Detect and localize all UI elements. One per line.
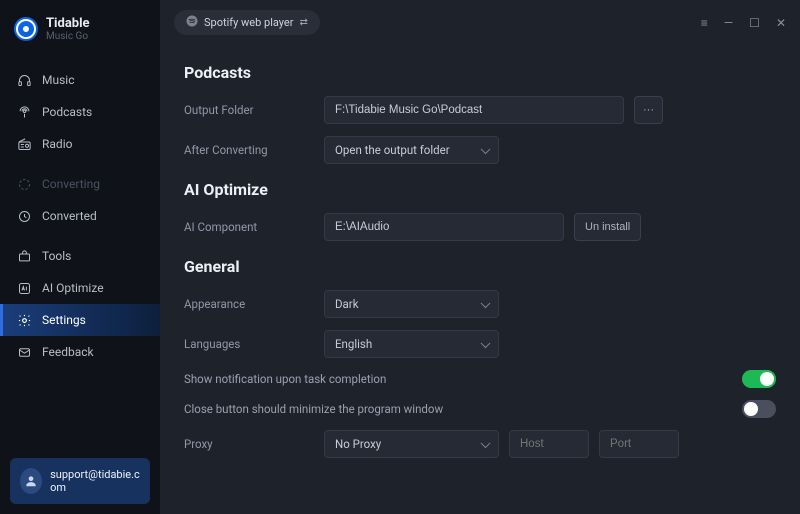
languages-label: Languages <box>184 337 314 351</box>
sidebar-item-label: AI Optimize <box>42 281 104 295</box>
swap-icon: ⇄ <box>299 17 307 28</box>
section-title-ai: AI Optimize <box>184 180 776 199</box>
section-title-podcasts: Podcasts <box>184 63 776 82</box>
sidebar-item-converted[interactable]: Converted <box>0 200 160 232</box>
sidebar-item-ai-optimize[interactable]: AI Optimize <box>0 272 160 304</box>
nav-library: Music Podcasts Radio <box>0 64 160 160</box>
source-label: Spotify web player <box>204 16 293 29</box>
appearance-select[interactable]: Dark <box>324 290 499 318</box>
podcast-icon <box>16 104 32 120</box>
proxy-select[interactable]: No Proxy <box>324 430 499 458</box>
ai-icon <box>16 280 32 296</box>
window-controls: ≡ — ☐ ✕ <box>701 16 786 30</box>
main-panel: Spotify web player ⇄ ≡ — ☐ ✕ Podcasts Ou… <box>160 0 800 514</box>
section-title-general: General <box>184 257 776 276</box>
support-email: support@tidabie.com <box>50 468 140 494</box>
select-value: Open the output folder <box>335 143 450 157</box>
settings-content: Podcasts Output Folder ··· After Convert… <box>160 41 800 514</box>
sidebar-item-label: Podcasts <box>42 105 92 119</box>
languages-select[interactable]: English <box>324 330 499 358</box>
sidebar-item-podcasts[interactable]: Podcasts <box>0 96 160 128</box>
topbar: Spotify web player ⇄ ≡ — ☐ ✕ <box>160 0 800 41</box>
maximize-button[interactable]: ☐ <box>749 16 760 30</box>
nav-tools: Tools AI Optimize Settings Feedback <box>0 240 160 368</box>
sidebar-item-label: Radio <box>42 137 72 151</box>
notification-label: Show notification upon task completion <box>184 372 742 386</box>
source-switcher[interactable]: Spotify web player ⇄ <box>174 10 320 35</box>
gear-icon <box>16 312 32 328</box>
clock-icon <box>16 208 32 224</box>
headphones-icon <box>16 72 32 88</box>
proxy-label: Proxy <box>184 437 314 451</box>
menu-icon[interactable]: ≡ <box>701 16 708 30</box>
brand-logo-icon <box>14 17 38 41</box>
sidebar-item-label: Music <box>42 73 74 87</box>
sidebar: Tidable Music Go Music Podcasts Radio Co… <box>0 0 160 514</box>
ai-component-label: AI Component <box>184 220 314 234</box>
sidebar-item-label: Converted <box>42 209 97 223</box>
output-folder-label: Output Folder <box>184 103 314 117</box>
converting-icon <box>16 176 32 192</box>
spotify-icon <box>186 15 198 30</box>
radio-icon <box>16 136 32 152</box>
brand-subtitle: Music Go <box>46 31 90 42</box>
avatar-icon <box>20 468 42 494</box>
sidebar-item-label: Settings <box>42 313 86 327</box>
proxy-port-input[interactable] <box>599 430 679 458</box>
sidebar-item-label: Feedback <box>42 345 94 359</box>
sidebar-item-radio[interactable]: Radio <box>0 128 160 160</box>
select-value: English <box>335 337 372 351</box>
sidebar-item-label: Converting <box>42 177 100 191</box>
after-converting-label: After Converting <box>184 143 314 157</box>
ai-component-input[interactable] <box>324 213 564 241</box>
appearance-label: Appearance <box>184 297 314 311</box>
notification-toggle[interactable] <box>742 370 776 388</box>
sidebar-item-converting[interactable]: Converting <box>0 168 160 200</box>
after-converting-select[interactable]: Open the output folder <box>324 136 499 164</box>
mail-icon <box>16 344 32 360</box>
minimize-button[interactable]: — <box>724 16 733 30</box>
close-minimize-label: Close button should minimize the program… <box>184 402 742 416</box>
sidebar-item-music[interactable]: Music <box>0 64 160 96</box>
nav-conversion: Converting Converted <box>0 168 160 232</box>
support-card[interactable]: support@tidabie.com <box>10 458 150 504</box>
brand-name: Tidable <box>46 16 90 31</box>
sidebar-item-feedback[interactable]: Feedback <box>0 336 160 368</box>
proxy-host-input[interactable] <box>509 430 589 458</box>
uninstall-button[interactable]: Un install <box>574 213 641 241</box>
sidebar-item-tools[interactable]: Tools <box>0 240 160 272</box>
sidebar-item-settings[interactable]: Settings <box>0 304 160 336</box>
select-value: No Proxy <box>335 437 381 451</box>
output-folder-input[interactable] <box>324 96 624 124</box>
sidebar-item-label: Tools <box>42 249 71 263</box>
select-value: Dark <box>335 297 359 311</box>
toolbox-icon <box>16 248 32 264</box>
brand: Tidable Music Go <box>0 12 160 56</box>
browse-button[interactable]: ··· <box>634 96 663 124</box>
close-button[interactable]: ✕ <box>776 16 786 30</box>
close-minimize-toggle[interactable] <box>742 400 776 418</box>
